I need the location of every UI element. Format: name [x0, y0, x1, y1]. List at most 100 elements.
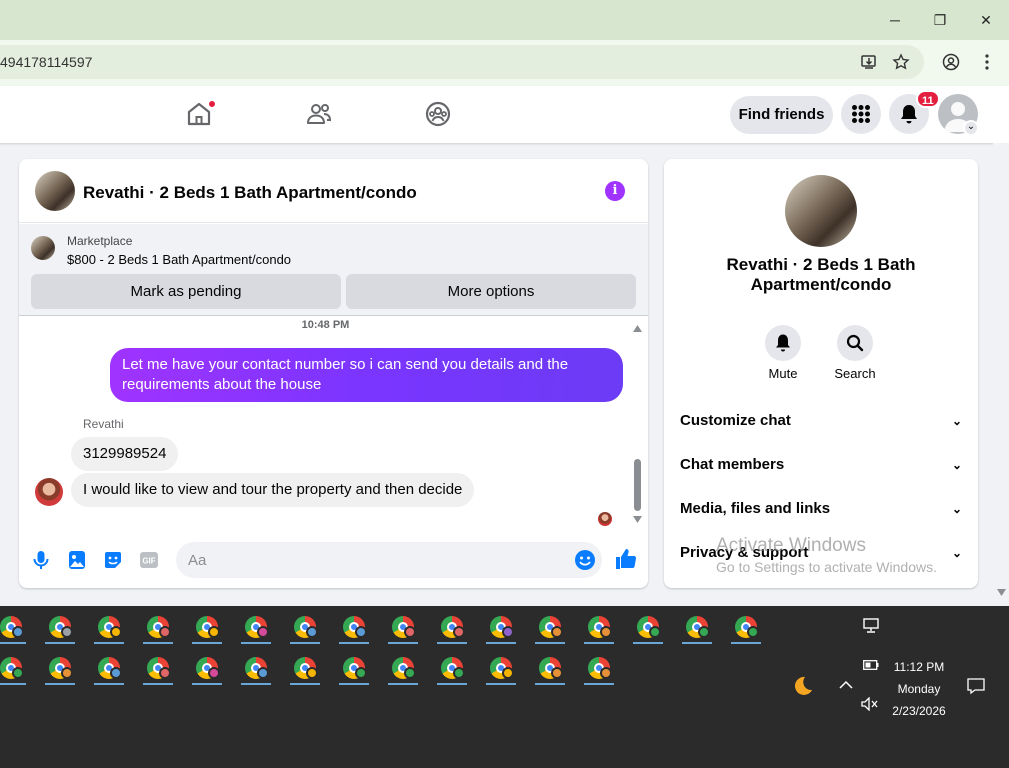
mute-action[interactable]: Mute [753, 325, 813, 381]
sender-avatar[interactable] [35, 478, 63, 506]
photo-icon[interactable] [65, 548, 89, 572]
chrome-window-icon[interactable] [190, 651, 224, 687]
bookmark-star-icon[interactable] [892, 53, 910, 71]
scroll-down-arrow-icon[interactable] [997, 589, 1006, 596]
chrome-window-icon[interactable] [386, 610, 420, 646]
chrome-window-icon[interactable] [43, 610, 77, 646]
running-indicator [143, 642, 173, 644]
chrome-window-icon[interactable] [190, 610, 224, 646]
chrome-window-icon[interactable] [0, 610, 28, 646]
chrome-window-icon[interactable] [435, 651, 469, 687]
chrome-window-icon[interactable] [631, 610, 665, 646]
chrome-window-icon[interactable] [582, 610, 616, 646]
sticker-icon[interactable] [101, 548, 125, 572]
running-indicator [584, 642, 614, 644]
close-window-button[interactable]: ✕ [974, 8, 998, 32]
scroll-up-arrow-icon[interactable] [633, 325, 642, 332]
taskbar-clock[interactable]: 11:12 PM Monday 2/23/2026 [880, 656, 958, 722]
message-list: 10:48 PM Let me have your contact number… [19, 317, 648, 532]
conversation-photo[interactable] [785, 175, 857, 247]
chrome-window-icon[interactable] [141, 610, 175, 646]
battery-icon[interactable] [863, 660, 879, 670]
chrome-window-icon[interactable] [141, 651, 175, 687]
groups-icon[interactable] [424, 100, 452, 128]
message-input[interactable] [188, 542, 568, 578]
chrome-window-icon[interactable] [484, 610, 518, 646]
listing-thumbnail[interactable] [31, 236, 55, 260]
profile-badge [159, 626, 171, 638]
search-label: Search [834, 366, 876, 381]
address-bar[interactable]: 494178114597 [0, 45, 924, 79]
outgoing-message[interactable]: Let me have your contact number so i can… [110, 348, 623, 402]
window-title-bar: ─ ❐ ✕ [0, 0, 1009, 40]
chrome-window-icon[interactable] [288, 651, 322, 687]
chevron-down-icon[interactable]: ⌄ [952, 453, 962, 477]
microphone-icon[interactable] [29, 548, 53, 572]
emoji-icon[interactable] [574, 549, 596, 571]
chat-members-section[interactable]: Chat members ⌄ [680, 453, 962, 477]
search-action[interactable]: Search [825, 325, 885, 381]
profile-badge [747, 626, 759, 638]
incoming-message[interactable]: I would like to view and tour the proper… [71, 473, 475, 507]
chevron-down-icon[interactable]: ⌄ [952, 497, 962, 521]
find-friends-button[interactable]: Find friends [730, 96, 833, 134]
media-files-links-section[interactable]: Media, files and links ⌄ [680, 497, 962, 521]
chrome-window-icon[interactable] [386, 651, 420, 687]
chrome-window-icon[interactable] [239, 610, 273, 646]
profile-badge [61, 667, 73, 679]
chrome-window-icon[interactable] [288, 610, 322, 646]
profile-badge [404, 626, 416, 638]
chrome-window-icon[interactable] [533, 651, 567, 687]
chrome-window-icon[interactable] [533, 610, 567, 646]
message-input-box[interactable] [176, 542, 602, 578]
mark-as-pending-button[interactable]: Mark as pending [31, 274, 341, 309]
more-options-button[interactable]: More options [346, 274, 636, 309]
chrome-window-icon[interactable] [582, 651, 616, 687]
message-scrollbar-thumb[interactable] [634, 459, 641, 511]
chrome-window-icon[interactable] [435, 610, 469, 646]
chrome-window-icon[interactable] [0, 651, 28, 687]
profile-badge [600, 626, 612, 638]
chrome-window-icon[interactable] [92, 651, 126, 687]
mute-button[interactable] [765, 325, 801, 361]
chrome-window-icon[interactable] [729, 610, 763, 646]
night-light-moon-icon[interactable] [790, 674, 814, 698]
listing-photo[interactable] [35, 171, 75, 211]
running-indicator [535, 642, 565, 644]
search-button[interactable] [837, 325, 873, 361]
chrome-window-icon[interactable] [337, 610, 371, 646]
profile-icon[interactable] [942, 53, 960, 71]
info-icon[interactable]: i [605, 181, 625, 201]
browser-menu-icon[interactable] [978, 53, 996, 71]
minimize-button[interactable]: ─ [883, 8, 907, 32]
page-scrollbar[interactable] [993, 143, 1009, 606]
conversation-name: Revathi · 2 Beds 1 Bath Apartment/condo [664, 255, 978, 295]
account-chevron-icon[interactable]: ⌄ [963, 120, 979, 136]
chrome-window-icon[interactable] [680, 610, 714, 646]
notification-center-icon[interactable] [967, 677, 985, 695]
menu-grid-button[interactable] [841, 94, 881, 134]
listing-title[interactable]: $800 - 2 Beds 1 Bath Apartment/condo [67, 252, 291, 267]
chrome-window-icon[interactable] [92, 610, 126, 646]
chrome-window-icon[interactable] [43, 651, 77, 687]
thumbs-up-icon[interactable] [614, 547, 638, 571]
chevron-down-icon[interactable]: ⌄ [952, 541, 962, 565]
profile-badge [306, 667, 318, 679]
customize-chat-section[interactable]: Customize chat ⌄ [680, 409, 962, 433]
chrome-window-icon[interactable] [337, 651, 371, 687]
windows-taskbar: 11:12 PM Monday 2/23/2026 [0, 606, 1009, 768]
gif-icon[interactable]: GIF [137, 548, 161, 572]
chat-title[interactable]: Revathi · 2 Beds 1 Bath Apartment/condo [83, 183, 417, 203]
show-hidden-icons-icon[interactable] [839, 680, 853, 690]
chrome-window-icon[interactable] [239, 651, 273, 687]
scroll-down-arrow-icon[interactable] [633, 516, 642, 523]
network-icon[interactable] [862, 618, 880, 634]
maximize-button[interactable]: ❐ [928, 8, 952, 32]
url-text[interactable]: 494178114597 [0, 54, 92, 70]
install-app-icon[interactable] [860, 53, 878, 71]
chrome-window-icon[interactable] [484, 651, 518, 687]
volume-muted-icon[interactable] [861, 697, 879, 711]
chevron-down-icon[interactable]: ⌄ [952, 409, 962, 433]
incoming-message[interactable]: 3129989524 [71, 437, 179, 471]
friends-icon[interactable] [305, 100, 333, 128]
